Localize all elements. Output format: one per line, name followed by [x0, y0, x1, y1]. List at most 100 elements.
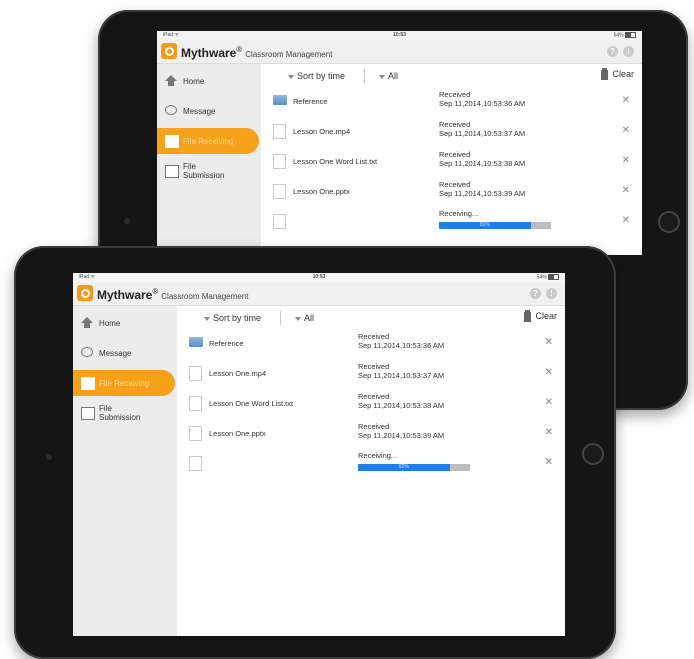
camera [46, 454, 52, 460]
file-name: Lesson One Word List.txt [293, 157, 378, 166]
filter-dropdown[interactable]: All [379, 71, 398, 81]
file-status: Receiving... [358, 451, 398, 460]
sidebar-item-label: File Receiving [183, 137, 234, 146]
screen: iPad ᯤ 10:53 54% Mythware®Classroom Mana… [157, 31, 642, 255]
folder-icon [273, 95, 287, 105]
sidebar-item-file-submission[interactable]: File Submission [157, 158, 261, 184]
file-status: Received Sep 11,2014,10:53:39 AM [358, 422, 445, 440]
sidebar-item-file-receiving[interactable]: File Receiving [73, 370, 175, 396]
folder-receive-icon [165, 135, 179, 148]
speech-bubble-icon [81, 347, 93, 357]
status-bar: iPad ᯤ 10:53 54% [73, 273, 565, 282]
progress-bar: 82% [358, 464, 470, 471]
file-row[interactable]: Lesson One.pptx Received Sep 11,2014,10:5… [261, 176, 642, 206]
file-icon [273, 154, 286, 169]
app-brand: Mythware®Classroom Management [181, 45, 333, 60]
file-list: Reference Received Sep 11,2014,10:53:36 A… [261, 86, 642, 236]
sidebar-item-label: Home [99, 319, 121, 328]
file-submit-icon [81, 407, 95, 420]
file-status: Received Sep 11,2014,10:53:38 AM [439, 150, 526, 168]
sidebar-item-message[interactable]: Message [73, 340, 177, 366]
clock: 10:53 [393, 32, 406, 38]
file-status: Received Sep 11,2014,10:53:37 AM [439, 120, 526, 138]
file-submit-icon [165, 165, 179, 178]
info-icon[interactable]: ! [623, 46, 634, 57]
sidebar: Home Message File Receiving File Submiss… [73, 306, 177, 636]
file-row[interactable]: Reference Received Sep 11,2014,10:53:36 A… [261, 86, 642, 116]
close-icon[interactable]: ✕ [622, 215, 630, 226]
camera [124, 218, 130, 224]
file-row[interactable]: Lesson One.mp4 Received Sep 11,2014,10:53… [177, 358, 565, 388]
sidebar-item-label: File Submission [183, 162, 225, 180]
sidebar-item-home[interactable]: Home [73, 310, 177, 336]
home-hardware-button[interactable] [582, 443, 604, 465]
file-name: Lesson One.pptx [209, 429, 266, 438]
chevron-down-icon [295, 316, 301, 321]
sort-dropdown[interactable]: Sort by time [204, 313, 261, 323]
file-row[interactable]: Lesson One Word List.txt Received Sep 11,… [261, 146, 642, 176]
status-bar: iPad ᯤ 10:53 54% [157, 31, 642, 40]
file-list: Reference Received Sep 11,2014,10:53:36 A… [177, 328, 565, 478]
divider [364, 69, 365, 83]
clear-button[interactable]: Clear [601, 69, 634, 80]
close-icon[interactable]: ✕ [545, 367, 553, 378]
close-icon[interactable]: ✕ [622, 185, 630, 196]
sidebar-item-file-submission[interactable]: File Submission [73, 400, 177, 426]
close-icon[interactable]: ✕ [545, 457, 553, 468]
file-status: Received Sep 11,2014,10:53:37 AM [358, 362, 445, 380]
file-name: Lesson One.mp4 [293, 127, 351, 136]
app-brand: Mythware®Classroom Management [97, 287, 249, 302]
trash-icon [601, 69, 609, 80]
file-name: Reference [293, 97, 328, 106]
file-row[interactable]: Lesson One.mp4 Received Sep 11,2014,10:53… [261, 116, 642, 146]
chevron-down-icon [288, 74, 294, 79]
help-icon[interactable]: ? [607, 46, 618, 57]
file-icon [189, 366, 202, 381]
sidebar-item-label: Message [183, 107, 216, 116]
file-name: Lesson One.mp4 [209, 369, 267, 378]
trash-icon [524, 311, 532, 322]
help-icon[interactable]: ? [530, 288, 541, 299]
info-icon[interactable]: ! [546, 288, 557, 299]
app-subtitle: Classroom Management [161, 292, 249, 301]
file-icon [273, 214, 286, 229]
close-icon[interactable]: ✕ [545, 427, 553, 438]
toolbar: Sort by time All Clear [177, 308, 565, 328]
mythware-logo-icon [77, 285, 93, 301]
close-icon[interactable]: ✕ [545, 397, 553, 408]
clock: 10:53 [312, 274, 326, 280]
home-hardware-button[interactable] [658, 211, 680, 233]
close-icon[interactable]: ✕ [545, 337, 553, 348]
file-name: Lesson One.pptx [293, 187, 350, 196]
folder-receive-icon [81, 377, 95, 390]
close-icon[interactable]: ✕ [622, 155, 630, 166]
speech-bubble-icon [165, 105, 177, 115]
sidebar-item-label: Home [183, 77, 205, 86]
file-status: Receiving... [439, 209, 479, 218]
close-icon[interactable]: ✕ [622, 125, 630, 136]
sidebar-item-file-receiving[interactable]: File Receiving [157, 128, 259, 154]
file-row[interactable]: Receiving... 82% ✕ [177, 448, 565, 478]
toolbar: Sort by time All Clear [261, 66, 642, 86]
screen: iPad ᯤ 10:53 54% Mythware®Classroom Mana… [73, 273, 565, 636]
file-icon [273, 184, 286, 199]
clear-button[interactable]: Clear [524, 311, 557, 322]
sort-dropdown[interactable]: Sort by time [288, 71, 345, 81]
file-name: Reference [209, 339, 244, 348]
file-row[interactable]: Lesson One.pptx Received Sep 11,2014,10:5… [177, 418, 565, 448]
battery-indicator: 54% [614, 32, 636, 38]
file-row[interactable]: Receiving... 82% ✕ [261, 206, 642, 236]
filter-dropdown[interactable]: All [295, 313, 314, 323]
sidebar-item-message[interactable]: Message [157, 98, 261, 124]
file-row[interactable]: Lesson One Word List.txt Received Sep 11,… [177, 388, 565, 418]
app-title-bar: Mythware®Classroom Management ? ! [157, 40, 642, 64]
battery-indicator: 54% [537, 274, 559, 280]
file-row[interactable]: Reference Received Sep 11,2014,10:53:36 A… [177, 328, 565, 358]
file-status: Received Sep 11,2014,10:53:38 AM [358, 392, 445, 410]
tablet-front: iPad ᯤ 10:53 54% Mythware®Classroom Mana… [14, 246, 616, 659]
chevron-down-icon [379, 74, 385, 79]
file-icon [189, 426, 202, 441]
sidebar-item-label: File Receiving [99, 379, 150, 388]
sidebar-item-home[interactable]: Home [157, 68, 261, 94]
close-icon[interactable]: ✕ [622, 95, 630, 106]
